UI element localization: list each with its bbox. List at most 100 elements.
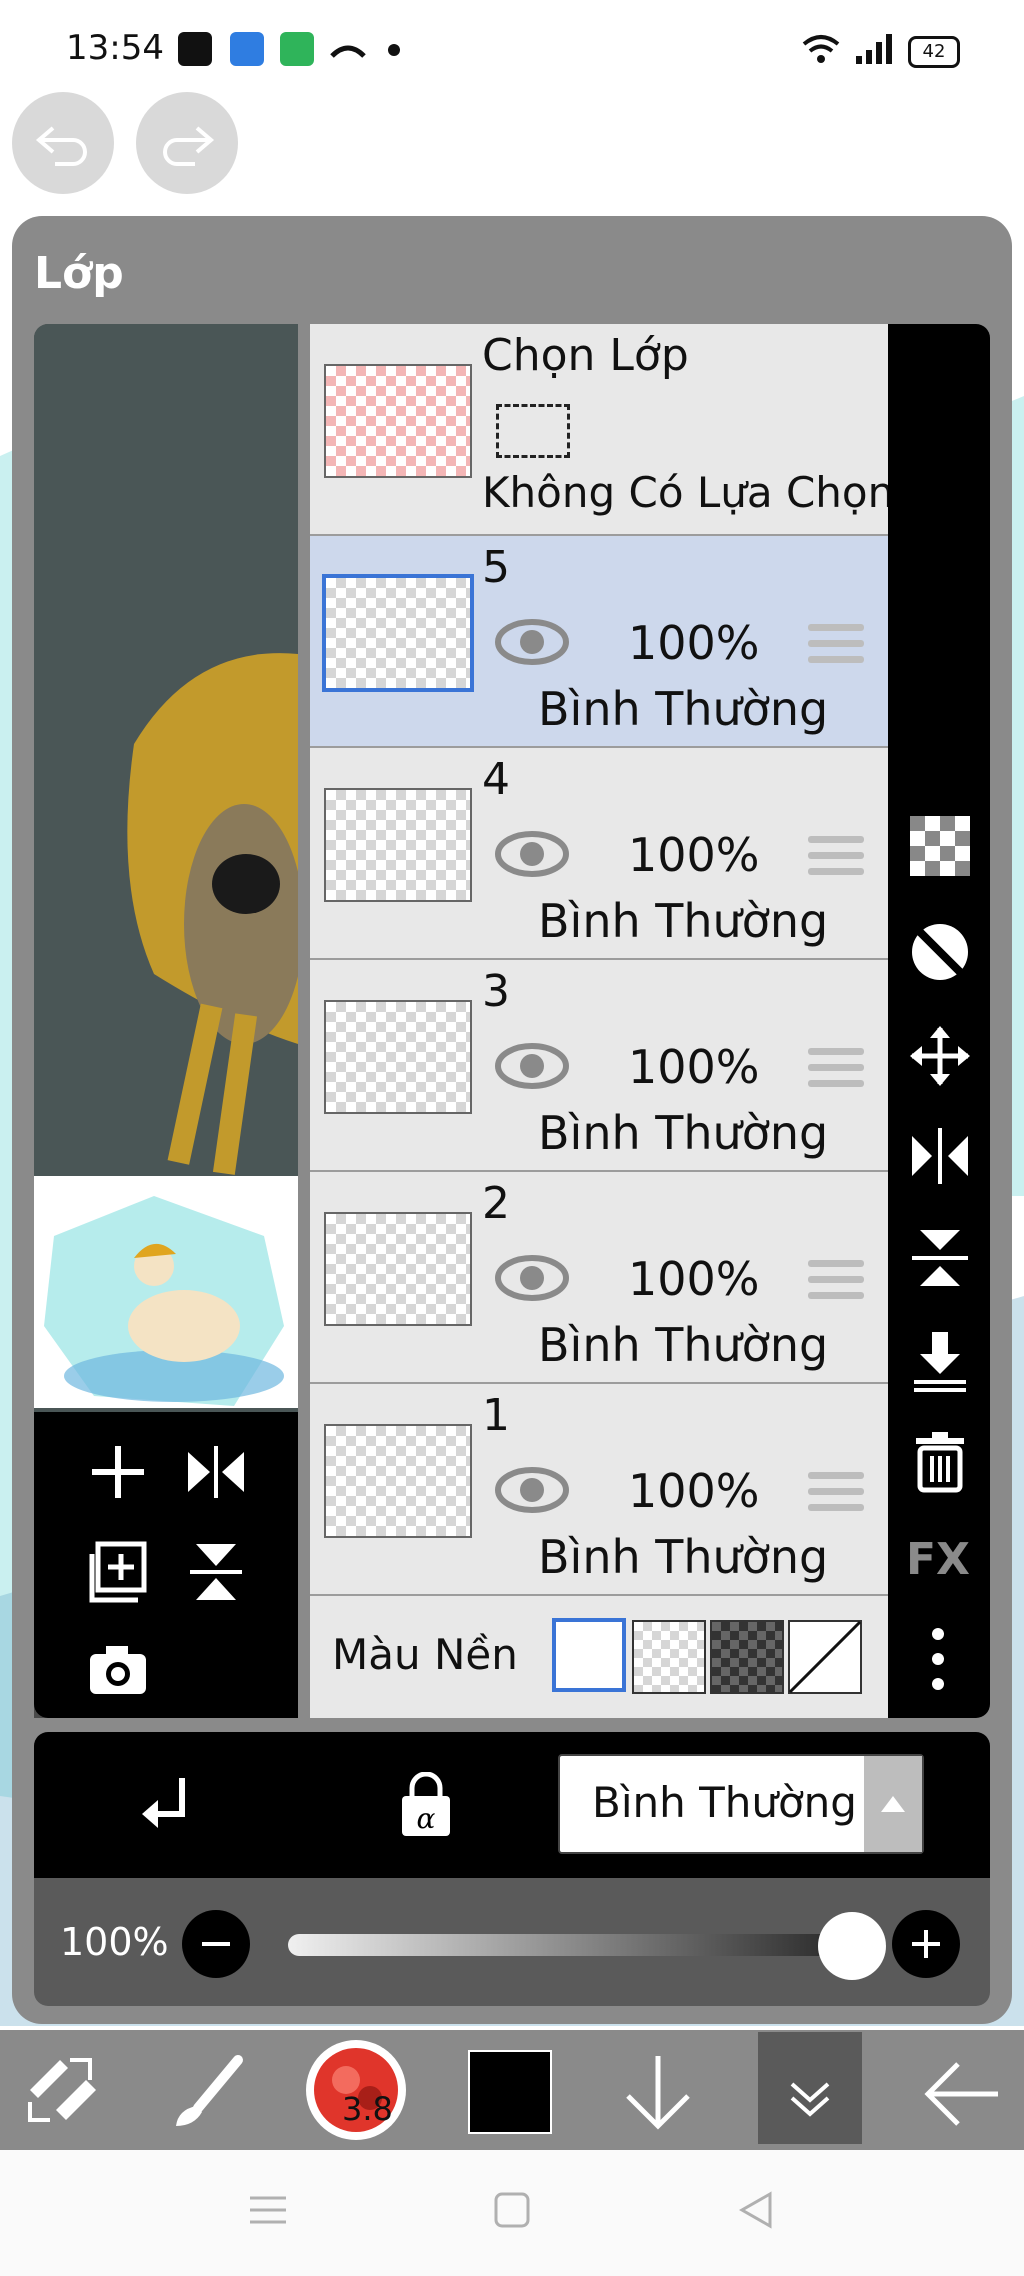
layer-thumbnail — [322, 574, 474, 692]
layer-blend-mode: Bình Thường — [538, 1106, 829, 1160]
opacity-slider-thumb[interactable] — [818, 1912, 886, 1980]
signal-icon — [856, 34, 892, 64]
bg-white-swatch[interactable] — [552, 1618, 626, 1692]
back-arrow-icon[interactable] — [918, 2056, 1004, 2132]
merge-down-icon[interactable] — [908, 1328, 972, 1392]
layer-blend-mode: Bình Thường — [538, 1530, 829, 1584]
clipping-arrow-icon[interactable] — [138, 1774, 202, 1838]
drag-handle[interactable] — [808, 836, 864, 884]
bg-light-checker-swatch[interactable] — [632, 1620, 706, 1694]
layer-blend-mode: Bình Thường — [538, 1318, 829, 1372]
layer-row[interactable]: 3 100% Bình Thường — [310, 960, 888, 1172]
layer-tools-right: FX — [888, 324, 990, 1718]
blend-mode-dropdown-button[interactable] — [864, 1756, 922, 1852]
more-icon[interactable] — [928, 1624, 948, 1694]
opacity-slider[interactable] — [288, 1934, 886, 1956]
opacity-controls: 100% — [34, 1878, 990, 2006]
alpha-lock-icon[interactable]: α — [396, 1772, 456, 1838]
fx-button[interactable]: FX — [906, 1534, 970, 1585]
add-layer-icon[interactable] — [86, 1440, 150, 1504]
eye-icon[interactable] — [494, 1040, 570, 1092]
chevron-up-icon — [881, 1796, 905, 1812]
layer-opacity: 100% — [628, 828, 760, 882]
selection-layer-status: Không Có Lựa Chọn — [482, 468, 888, 517]
marquee-icon — [496, 404, 570, 458]
layer-opacity: 100% — [628, 1464, 760, 1518]
back-nav-icon[interactable] — [734, 2188, 778, 2232]
eye-icon[interactable] — [494, 828, 570, 880]
undo-icon — [35, 126, 87, 166]
status-time: 13:54 — [66, 28, 164, 68]
move-icon[interactable] — [908, 1024, 972, 1088]
flip-horizontal-icon[interactable] — [184, 1440, 248, 1504]
menu-nav-icon[interactable] — [246, 2190, 290, 2230]
layer-number: 2 — [482, 1178, 510, 1229]
undo-button[interactable] — [12, 92, 114, 194]
layer-list: Chọn Lớp Không Có Lựa Chọn 5 100% Bình T… — [310, 324, 888, 1718]
layer-number: 3 — [482, 966, 510, 1017]
brush-icon[interactable] — [168, 2052, 248, 2132]
opacity-value: 100% — [60, 1920, 169, 1964]
layer-row[interactable]: 1 100% Bình Thường — [310, 1384, 888, 1596]
duplicate-layer-icon[interactable] — [84, 1540, 152, 1608]
status-bar: 13:54 42 — [0, 0, 1024, 96]
drag-handle[interactable] — [808, 1260, 864, 1308]
panel-title: Lớp — [34, 248, 124, 299]
layer-number: 1 — [482, 1390, 510, 1441]
battery-level: 42 — [922, 41, 946, 62]
flip-horizontal-layer-icon[interactable] — [908, 1124, 972, 1188]
arrow-down-icon[interactable] — [618, 2050, 698, 2134]
bg-dark-checker-swatch[interactable] — [710, 1620, 784, 1694]
layer-number: 4 — [482, 754, 510, 805]
color-swatch-button[interactable] — [468, 2050, 552, 2134]
blue-app-icon — [230, 32, 264, 66]
brush-size-label: 3.8 — [342, 2090, 393, 2128]
layer-thumbnail — [324, 788, 472, 902]
layer-opacity: 100% — [628, 1040, 760, 1094]
layer-blend-mode: Bình Thường — [538, 894, 829, 948]
selection-layer-row[interactable]: Chọn Lớp Không Có Lựa Chọn — [310, 324, 888, 536]
blend-mode-value: Bình Thường — [592, 1778, 857, 1827]
bg-none-swatch[interactable] — [788, 1620, 862, 1694]
layer-row[interactable]: 2 100% Bình Thường — [310, 1172, 888, 1384]
layer-row[interactable]: 4 100% Bình Thường — [310, 748, 888, 960]
layer-tools-left — [34, 1412, 298, 1718]
eye-icon[interactable] — [494, 1464, 570, 1516]
layer-thumbnail — [324, 1212, 472, 1326]
battery-icon: 42 — [908, 36, 960, 68]
redo-icon — [163, 126, 215, 166]
green-app-icon — [280, 32, 314, 66]
drag-handle[interactable] — [808, 1048, 864, 1096]
camera-icon[interactable] — [86, 1642, 150, 1698]
flip-vertical-icon[interactable] — [184, 1540, 248, 1604]
canvas-thumbnail[interactable] — [34, 1176, 298, 1408]
drag-handle[interactable] — [808, 624, 864, 672]
flip-vertical-layer-icon[interactable] — [908, 1226, 972, 1290]
eye-icon[interactable] — [494, 616, 570, 668]
selection-layer-title: Chọn Lớp — [482, 330, 689, 381]
tool-switch-icon[interactable] — [20, 2050, 104, 2130]
redo-button[interactable] — [136, 92, 238, 194]
selection-thumbnail — [324, 364, 472, 478]
clipping-mask-icon[interactable] — [908, 920, 972, 984]
drag-handle[interactable] — [808, 1472, 864, 1520]
blend-controls: α Bình Thường — [34, 1732, 990, 1878]
layer-row[interactable]: 5 100% Bình Thường — [310, 536, 888, 748]
layer-thumbnail — [324, 1000, 472, 1114]
brush-size-button[interactable]: 3.8 — [306, 2040, 406, 2140]
missed-call-icon — [330, 45, 366, 58]
svg-text:α: α — [417, 1802, 436, 1835]
collapse-panel-button[interactable] — [758, 2032, 862, 2144]
blend-mode-select[interactable]: Bình Thường — [558, 1754, 924, 1854]
opacity-decrease-button[interactable] — [180, 1908, 252, 1980]
dot-icon — [388, 44, 400, 56]
eye-icon[interactable] — [494, 1252, 570, 1304]
double-chevron-down-icon — [790, 2082, 830, 2117]
wifi-icon — [802, 35, 840, 63]
opacity-increase-button[interactable] — [890, 1908, 962, 1980]
home-nav-icon[interactable] — [492, 2190, 532, 2230]
layer-blend-mode: Bình Thường — [538, 682, 829, 736]
thumbnail-artwork — [44, 1196, 284, 1406]
transparency-checker-icon[interactable] — [910, 816, 970, 876]
trash-icon[interactable] — [910, 1430, 970, 1494]
